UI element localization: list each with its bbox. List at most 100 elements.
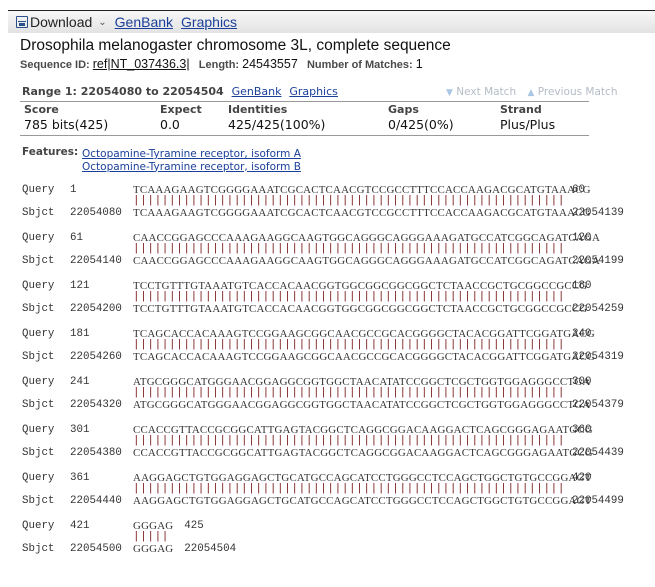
sbjct-label: Sbjct <box>22 447 55 459</box>
sbjct-label: Sbjct <box>22 207 55 219</box>
features-label: Features: <box>22 146 79 158</box>
sbjct-sequence: CCACCGTTACCGCGGCATTGAGTACGGCTCAGGCGGACAA… <box>133 447 593 459</box>
feature-link[interactable]: Octopamine-Tyramine receptor, isoform B <box>82 161 301 173</box>
query-end: 120 <box>572 232 592 244</box>
score-column: Score 785 bits(425) <box>24 102 108 132</box>
sbjct-end: 22054439 <box>572 447 624 459</box>
gaps-column: Gaps 0/425(0%) <box>388 102 454 132</box>
query-end: 60 <box>572 184 585 196</box>
match-bars: ||||||||||||||||||||||||||||||||||||||||… <box>133 291 566 303</box>
query-label: Query <box>22 424 55 436</box>
strand-value: Plus/Plus <box>500 117 556 132</box>
query-end: 420 <box>572 472 592 484</box>
previous-match-label: Previous Match <box>537 86 618 98</box>
range-genbank-link[interactable]: GenBank <box>232 85 282 98</box>
sbjct-end: 22054199 <box>572 255 624 267</box>
genbank-link[interactable]: GenBank <box>115 14 173 30</box>
gaps-header: Gaps <box>388 103 419 116</box>
sbjct-start: 22054380 <box>70 447 122 459</box>
match-bars: ||||||||||||||||||||||||||||||||||||||||… <box>133 195 566 207</box>
query-end: 425 <box>184 520 204 532</box>
range-header: Range 1: 22054080 to 22054504 GenBank Gr… <box>22 85 338 98</box>
strand-header: Strand <box>500 103 542 116</box>
sbjct-end: 22054504 <box>184 543 237 555</box>
match-navigation: ▼ Next Match ▲ Previous Match <box>446 86 625 98</box>
sbjct-end: 22054259 <box>572 303 624 315</box>
match-bars: ||||||||||||||||||||||||||||||||||||||||… <box>133 339 566 351</box>
download-menu[interactable]: Download ⌄ <box>16 14 115 30</box>
sbjct-sequence: TCAAAGAAGTCGGGGAAATCGCACTCAACGTCCGCCTTTC… <box>133 207 591 219</box>
query-label: Query <box>22 328 55 340</box>
query-start: 1 <box>70 184 77 196</box>
query-label: Query <box>22 184 55 196</box>
range-label: Range 1: 22054080 to 22054504 <box>22 85 224 98</box>
chevron-down-icon[interactable]: ⌄ <box>98 17 106 28</box>
sbjct-label: Sbjct <box>22 351 55 363</box>
expect-header: Expect <box>160 103 202 116</box>
match-bars: ||||| <box>133 531 170 543</box>
features-list: Octopamine-Tyramine receptor, isoform A … <box>82 148 301 173</box>
sbjct-start: 22054260 <box>70 351 122 363</box>
previous-match-button[interactable]: ▲ Previous Match <box>527 86 617 98</box>
toolbar: Download ⌄ GenBank Graphics <box>8 10 655 33</box>
query-start: 181 <box>70 328 90 340</box>
expect-value: 0.0 <box>160 117 180 132</box>
sbjct-start: 22054320 <box>70 399 122 411</box>
query-label: Query <box>22 376 55 388</box>
sbjct-label: Sbjct <box>22 495 55 507</box>
sbjct-start: 22054500 <box>70 543 122 555</box>
sbjct-sequence: ATGCGGGCATGGGAACGGAGGCGGTGGCTAACATATCCGG… <box>133 399 591 411</box>
match-bars: ||||||||||||||||||||||||||||||||||||||||… <box>133 483 566 495</box>
feature-link[interactable]: Octopamine-Tyramine receptor, isoform A <box>82 148 301 160</box>
sbjct-sequence: TCAGCACCACAAAGTCCGGAAGCGGCAACGCCGCACGGGG… <box>133 351 595 363</box>
length-value: 24543557 <box>242 57 298 71</box>
match-bars: ||||||||||||||||||||||||||||||||||||||||… <box>133 435 566 447</box>
sbjct-end: 22054499 <box>572 495 624 507</box>
next-match-button[interactable]: ▼ Next Match <box>446 86 516 98</box>
match-bars: ||||||||||||||||||||||||||||||||||||||||… <box>133 387 566 399</box>
sbjct-sequence: GGGAG <box>133 543 174 555</box>
query-end: 180 <box>572 280 592 292</box>
identities-column: Identities 425/425(100%) <box>228 102 325 132</box>
query-start: 421 <box>70 520 90 532</box>
next-match-label: Next Match <box>456 86 517 98</box>
identities-header: Identities <box>228 103 288 116</box>
matches-label: Number of Matches: <box>306 59 413 71</box>
query-start: 121 <box>70 280 90 292</box>
page-title: Drosophila melanogaster chromosome 3L, c… <box>20 37 451 54</box>
query-label: Query <box>22 472 55 484</box>
query-start: 61 <box>70 232 83 244</box>
sequence-info: Sequence ID: ref|NT_037436.3| Length: 24… <box>20 57 423 71</box>
length-label: Length: <box>198 59 240 71</box>
sbjct-label: Sbjct <box>22 303 55 315</box>
graphics-link[interactable]: Graphics <box>181 14 237 30</box>
gaps-value: 0/425(0%) <box>388 117 454 132</box>
sbjct-label: Sbjct <box>22 399 55 411</box>
matches-value: 1 <box>415 57 423 71</box>
query-label: Query <box>22 520 55 532</box>
sbjct-start: 22054140 <box>70 255 122 267</box>
sbjct-sequence: CAACCGGAGCCCAAAGAAGGCAAGTGGCAGGGCAGGGAAA… <box>133 255 601 267</box>
download-label: Download <box>30 14 93 30</box>
strand-column: Strand Plus/Plus <box>500 102 555 132</box>
triangle-up-icon: ▲ <box>527 88 535 98</box>
sbjct-sequence: TCCTGTTTGTAAATGTCACCACAACGGTGGCGGCGGCGGC… <box>133 303 588 315</box>
alignment-stats: Score 785 bits(425) Expect 0.0 Identitie… <box>20 101 589 136</box>
score-value: 785 bits(425) <box>24 117 109 132</box>
identities-value: 425/425(100%) <box>228 117 326 132</box>
query-label: Query <box>22 280 55 292</box>
sbjct-start: 22054080 <box>70 207 122 219</box>
sequence-id-label: Sequence ID: <box>20 59 90 71</box>
query-start: 361 <box>70 472 90 484</box>
range-graphics-link[interactable]: Graphics <box>289 85 338 98</box>
query-end: 300 <box>572 376 592 388</box>
triangle-down-icon: ▼ <box>446 88 453 98</box>
sbjct-start: 22054200 <box>70 303 122 315</box>
query-label: Query <box>22 232 55 244</box>
sbjct-end: 22054319 <box>572 351 624 363</box>
query-start: 301 <box>70 424 90 436</box>
query-end: 360 <box>572 424 592 436</box>
query-start: 241 <box>70 376 90 388</box>
sbjct-end: 22054139 <box>572 207 624 219</box>
sequence-id-link[interactable]: ref|NT_037436.3| <box>93 57 190 71</box>
